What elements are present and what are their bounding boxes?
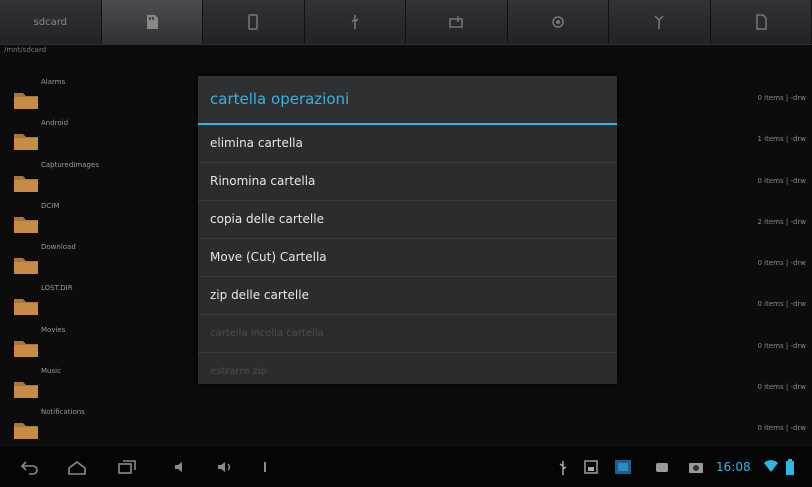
folder-icon	[14, 423, 38, 439]
clock: 16:08	[716, 460, 751, 474]
file-info: 2 items | -drw	[757, 218, 806, 226]
file-info: 0 items | -drw	[757, 383, 806, 391]
volume-down-icon[interactable]	[172, 459, 188, 475]
antenna-button[interactable]	[609, 0, 711, 44]
usb-icon	[351, 15, 359, 29]
file-name: CapturedImages	[41, 161, 99, 169]
sdcard-status-icon	[584, 460, 598, 474]
folder-icon	[14, 258, 38, 274]
file-name: Alarms	[41, 78, 66, 86]
file-info: 0 items | -drw	[757, 424, 806, 432]
paste-folder-item: cartella incolla cartella	[198, 315, 617, 353]
camera-status-icon	[689, 463, 703, 473]
current-path: /mnt/sdcard	[4, 46, 47, 54]
sdcard-button[interactable]	[101, 0, 203, 44]
gallery-icon	[449, 16, 463, 28]
zip-folder-item[interactable]: zip delle cartelle	[198, 277, 617, 315]
folder-icon	[14, 341, 38, 357]
file-name: Movies	[41, 326, 66, 334]
folder-icon	[14, 176, 38, 192]
delete-folder-item[interactable]: elimina cartella	[198, 125, 617, 163]
file-name: LOST.DIR	[41, 284, 73, 292]
settings-button[interactable]	[507, 0, 609, 44]
dialog-title: cartella operazioni	[198, 76, 617, 125]
home-icon[interactable]	[66, 459, 88, 475]
settings-icon	[552, 16, 564, 28]
folder-icon	[14, 134, 38, 150]
file-row[interactable]: Notifications 0 items | -drw	[0, 404, 812, 445]
back-icon[interactable]	[20, 459, 40, 475]
home-label: sdcard	[33, 16, 67, 28]
document-icon	[756, 14, 767, 30]
folder-icon	[14, 299, 38, 315]
file-name: Android	[41, 119, 69, 127]
move-folder-item[interactable]: Move (Cut) Cartella	[198, 239, 617, 277]
gallery-button[interactable]	[406, 0, 508, 44]
recent-apps-icon[interactable]	[117, 459, 137, 475]
folder-icon	[14, 217, 38, 233]
phone-icon	[248, 14, 258, 30]
top-toolbar: sdcard	[0, 0, 812, 45]
screenshot-status-icon	[615, 460, 631, 474]
file-info: 0 items | -drw	[757, 300, 806, 308]
volume-up-icon[interactable]	[216, 459, 234, 475]
document-button[interactable]	[710, 0, 812, 44]
file-name: DCIM	[41, 202, 60, 210]
copy-folder-item[interactable]: copia delle cartelle	[198, 201, 617, 239]
folder-icon	[14, 93, 38, 109]
sdcard-icon	[146, 15, 158, 29]
file-name: Music	[41, 367, 61, 375]
media-status-icon	[656, 463, 668, 472]
wifi-icon	[764, 460, 778, 472]
battery-icon	[786, 459, 794, 475]
folder-operations-dialog: cartella operazioni elimina cartella Rin…	[198, 76, 617, 384]
file-info: 0 items | -drw	[757, 94, 806, 102]
extract-zip-item: estrarre zip	[210, 366, 268, 377]
file-info: 0 items | -drw	[757, 177, 806, 185]
antenna-icon	[654, 15, 664, 29]
file-name: Download	[41, 243, 76, 251]
file-info: 0 items | -drw	[757, 259, 806, 267]
rename-folder-item[interactable]: Rinomina cartella	[198, 163, 617, 201]
usb-button[interactable]	[304, 0, 406, 44]
usb-status-icon	[559, 461, 567, 475]
menu-icon[interactable]	[262, 459, 268, 475]
file-info: 1 items | -drw	[757, 135, 806, 143]
phone-button[interactable]	[203, 0, 305, 44]
home-button[interactable]: sdcard	[0, 0, 102, 44]
file-info: 0 items | -drw	[757, 342, 806, 350]
folder-icon	[14, 382, 38, 398]
system-navigation-bar: 16:08	[0, 447, 812, 487]
file-name: Notifications	[41, 408, 85, 416]
